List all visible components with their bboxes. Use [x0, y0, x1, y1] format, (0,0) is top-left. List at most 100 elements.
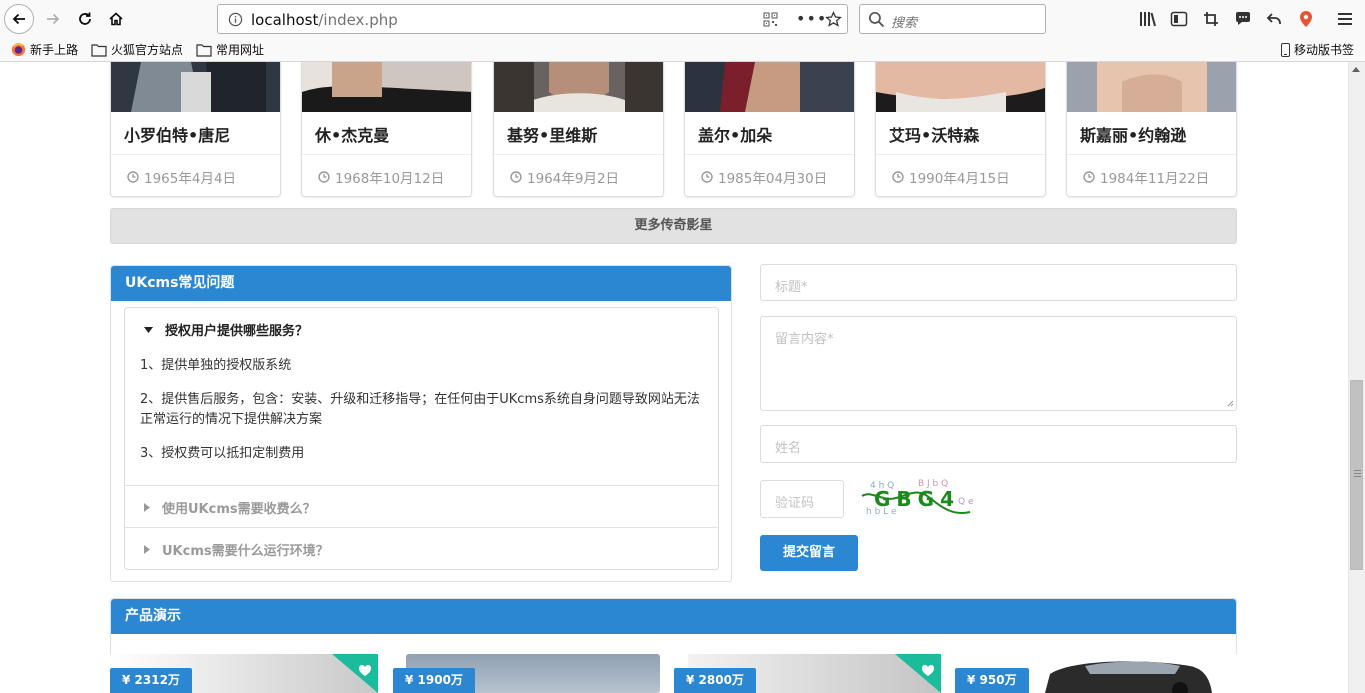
star-card[interactable]: 休•杰克曼 1968年10月12日 [301, 62, 472, 197]
url-text: localhost/index.php [251, 11, 398, 29]
star-date-text: 1968年10月12日 [335, 171, 445, 187]
clock-icon [127, 171, 139, 183]
star-photo [876, 62, 1045, 112]
star-photo [1067, 62, 1236, 112]
clock-icon [892, 171, 904, 183]
faq-panel: UKcms常见问题 授权用户提供哪些服务？ 1、提供单独的授权版系统 2、提供售… [110, 265, 732, 582]
scroll-up-arrow-icon[interactable] [1352, 67, 1360, 72]
star-name[interactable]: 斯嘉丽•约翰逊 [1080, 122, 1186, 146]
star-name[interactable]: 基努•里维斯 [507, 122, 597, 146]
menu-icon[interactable] [1334, 8, 1356, 30]
star-card[interactable]: 盖尔•加朵 1985年04月30日 [684, 62, 855, 197]
page-scrollbar[interactable] [1348, 62, 1365, 693]
content-textarea[interactable]: 留言内容* [760, 316, 1237, 411]
bookmark-item-firefox-sites[interactable]: 火狐官方站点 [91, 41, 183, 58]
star-name[interactable]: 艾玛•沃特森 [889, 122, 979, 146]
firefox-icon [11, 42, 26, 57]
faq-answer-line: 1、提供单独的授权版系统 [140, 358, 292, 373]
favorite-corner[interactable] [332, 654, 378, 693]
faq-question-collapsed[interactable]: UKcms需要什么运行环境？ [125, 540, 718, 559]
title-input[interactable]: 标题* [760, 264, 1237, 301]
search-bar[interactable]: 搜索 [859, 4, 1046, 34]
bookmarks-bar: 新手上路 火狐官方站点 常用网址 移动版书签 [0, 38, 1365, 62]
caret-right-icon [144, 503, 150, 512]
submit-button[interactable]: 提交留言 [760, 535, 858, 571]
star-card[interactable]: 小罗伯特•唐尼 1965年4月4日 [110, 62, 281, 197]
home-icon [109, 12, 123, 26]
scrollbar-thumb[interactable] [1350, 380, 1363, 570]
undo-icon[interactable] [1263, 8, 1285, 30]
folder-icon [91, 43, 107, 57]
reload-button[interactable] [70, 4, 100, 34]
mobile-icon [1281, 42, 1290, 57]
qrcode-icon[interactable] [763, 12, 778, 27]
home-button[interactable] [101, 4, 131, 34]
bookmark-item-newbie[interactable]: 新手上路 [11, 41, 78, 58]
back-button[interactable] [4, 4, 34, 34]
resize-grip-icon[interactable] [1226, 399, 1234, 407]
star-date-text: 1984年11月22日 [1100, 171, 1210, 187]
faq-question-label: 使用UKcms需要收费么？ [162, 502, 316, 517]
star-card[interactable]: 基努•里维斯 1964年9月2日 [493, 62, 664, 197]
star-name[interactable]: 休•杰克曼 [315, 122, 389, 146]
url-bar[interactable]: localhost/index.php ••• [217, 4, 848, 34]
clock-icon [701, 171, 713, 183]
star-photo [494, 62, 663, 112]
faq-question-open[interactable]: 授权用户提供哪些服务？ [125, 320, 718, 339]
faq-question-collapsed[interactable]: 使用UKcms需要收费么？ [125, 498, 718, 517]
location-pin-icon[interactable] [1295, 8, 1317, 30]
library-icon[interactable] [1137, 8, 1159, 30]
bookmark-item-mobile[interactable]: 移动版书签 [1281, 41, 1354, 58]
star-birthdate: 1984年11月22日 [1083, 167, 1209, 187]
info-icon [228, 12, 243, 27]
search-placeholder: 搜索 [891, 16, 918, 31]
divider [302, 154, 471, 155]
folder-icon [196, 43, 212, 57]
caret-down-icon [144, 326, 153, 333]
url-host: localhost [251, 11, 319, 29]
faq-question-label: UKcms需要什么运行环境？ [162, 544, 329, 559]
page-actions-icon[interactable]: ••• [796, 9, 827, 28]
star-birthdate: 1964年9月2日 [510, 167, 619, 187]
bookmark-label: 移动版书签 [1294, 43, 1355, 57]
faq-accordion: 授权用户提供哪些服务？ 1、提供单独的授权版系统 2、提供售后服务，包含：安装、… [124, 307, 719, 570]
star-birthdate: 1985年04月30日 [701, 167, 827, 187]
star-name[interactable]: 小罗伯特•唐尼 [124, 122, 230, 146]
bookmark-label: 新手上路 [30, 43, 79, 57]
captcha-input[interactable]: 验证码 [760, 480, 844, 518]
divider [125, 527, 718, 528]
star-photo [111, 62, 280, 112]
grip-icon [1354, 470, 1361, 477]
bookmark-item-common-sites[interactable]: 常用网址 [196, 41, 264, 58]
bookmark-label: 火狐官方站点 [111, 43, 184, 57]
arrow-right-icon [47, 13, 60, 25]
star-date-text: 1990年4月15日 [909, 171, 1010, 187]
captcha-image[interactable]: 4 h Q B J b Q Q e h b L e GBG4 [858, 476, 988, 518]
star-date-text: 1964年9月2日 [527, 171, 620, 187]
divider [685, 154, 854, 155]
product-panel-title: 产品演示 [111, 599, 1236, 634]
star-card[interactable]: 斯嘉丽•约翰逊 1984年11月22日 [1066, 62, 1237, 197]
more-stars-button[interactable]: 更多传奇影星 [110, 208, 1237, 244]
divider [494, 154, 663, 155]
forward-button[interactable] [38, 4, 68, 34]
svg-text:Q e: Q e [958, 497, 974, 507]
crop-icon[interactable] [1200, 8, 1222, 30]
arrow-left-icon [12, 13, 25, 25]
sidebar-icon[interactable] [1168, 8, 1190, 30]
chat-icon[interactable] [1232, 8, 1254, 30]
star-name[interactable]: 盖尔•加朵 [698, 122, 772, 146]
favorite-corner[interactable] [895, 654, 941, 693]
clock-icon [510, 171, 522, 183]
name-input[interactable]: 姓名 [760, 425, 1237, 463]
bookmark-label: 常用网址 [216, 43, 265, 57]
divider [111, 154, 280, 155]
star-date-text: 1985年04月30日 [718, 171, 828, 187]
star-photo [685, 62, 854, 112]
star-birthdate: 1968年10月12日 [318, 167, 444, 187]
clock-icon [1083, 171, 1095, 183]
bookmark-star-icon[interactable] [825, 11, 842, 28]
star-card[interactable]: 艾玛•沃特森 1990年4月15日 [875, 62, 1046, 197]
caret-right-icon [144, 545, 150, 554]
faq-answer-line: 3、授权费可以抵扣定制费用 [140, 446, 305, 461]
